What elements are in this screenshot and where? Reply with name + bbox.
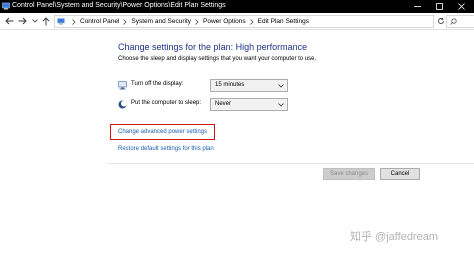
breadcrumb-separator-icon [195, 18, 199, 25]
close-icon [457, 3, 465, 10]
breadcrumb-control-panel[interactable]: Control Panel [80, 18, 119, 25]
refresh-icon[interactable] [437, 17, 445, 25]
display-off-select[interactable]: 15 minutes [210, 79, 288, 92]
breadcrumb-edit-plan-settings[interactable]: Edit Plan Settings [258, 18, 309, 25]
back-button[interactable] [4, 16, 14, 26]
sleep-value: Never [215, 101, 232, 107]
up-button[interactable] [41, 16, 51, 26]
address-path[interactable]: Control Panel System and Security Power … [54, 15, 434, 28]
breadcrumb-system-security[interactable]: System and Security [131, 18, 191, 25]
minimize-icon [413, 6, 421, 7]
monitor-icon [118, 81, 127, 90]
close-button[interactable] [452, 0, 470, 13]
breadcrumb-power-options[interactable]: Power Options [203, 18, 246, 25]
control-panel-icon [57, 18, 65, 25]
forward-button[interactable] [17, 16, 27, 26]
chevron-down-icon [278, 84, 284, 88]
advanced-power-settings-link[interactable]: Change advanced power settings [118, 129, 207, 135]
chevron-down-icon [32, 19, 38, 23]
title-bar: Control Panel\System and Security\Power … [0, 0, 474, 13]
breadcrumb-separator-icon [72, 18, 76, 25]
breadcrumb-separator-icon [249, 18, 254, 25]
divider [108, 163, 474, 164]
search-input[interactable] [446, 15, 474, 28]
arrow-right-icon [18, 17, 27, 25]
maximize-icon [435, 3, 443, 10]
display-off-label: Turn off the display: [131, 81, 184, 87]
chevron-down-icon [278, 103, 284, 107]
cancel-button[interactable]: Cancel [380, 168, 420, 180]
watermark: 知乎 @jaffedream [350, 231, 438, 243]
arrow-left-icon [4, 17, 13, 25]
save-button[interactable]: Save changes [323, 168, 375, 180]
arrow-up-icon [42, 16, 50, 25]
moon-icon [118, 100, 127, 109]
page-subtitle: Choose the sleep and display settings th… [118, 56, 317, 62]
display-off-row: Turn off the display: 15 minutes [118, 79, 298, 92]
breadcrumb-separator-icon [123, 18, 127, 25]
minimize-button[interactable] [408, 0, 426, 13]
plan-settings-panel: Change settings for the plan: High perfo… [0, 31, 474, 258]
maximize-button[interactable] [430, 0, 448, 13]
search-icon [450, 18, 457, 25]
restore-defaults-link[interactable]: Restore default settings for this plan [118, 146, 214, 152]
recent-locations-button[interactable] [30, 16, 40, 26]
sleep-select[interactable]: Never [210, 98, 288, 111]
display-off-value: 15 minutes [215, 82, 245, 88]
control-panel-icon [2, 2, 10, 10]
address-bar: Control Panel System and Security Power … [0, 13, 474, 30]
page-title: Change settings for the plan: High perfo… [118, 42, 308, 52]
sleep-row: Put the computer to sleep: Never [118, 98, 298, 111]
sleep-label: Put the computer to sleep: [131, 100, 202, 106]
window-title: Control Panel\System and Security\Power … [12, 2, 226, 9]
